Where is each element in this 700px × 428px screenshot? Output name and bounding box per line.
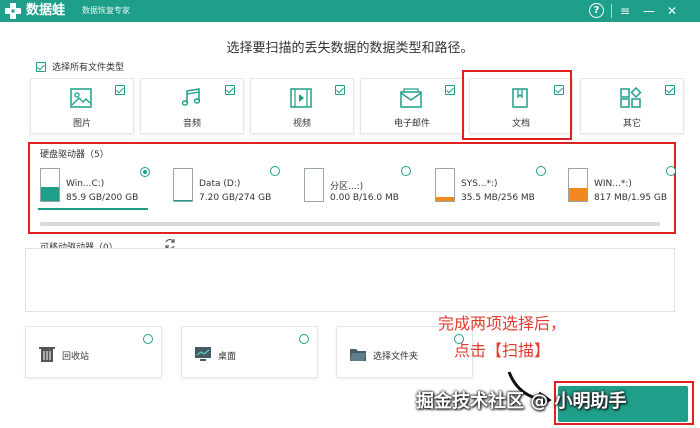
file-type-checkbox[interactable]: [225, 85, 235, 95]
drive-icon: [173, 168, 193, 202]
file-type-checkbox[interactable]: [665, 85, 675, 95]
titlebar-divider: [611, 4, 612, 18]
drive-size: 817 MB/1.95 GB: [594, 193, 668, 203]
annotation-line-1: 完成两项选择后，: [437, 314, 566, 333]
file-type-label: 音频: [182, 119, 201, 129]
drive-name: Win...C:): [66, 179, 105, 189]
folder-icon: [350, 349, 366, 361]
recycle-bin-icon: [39, 347, 55, 362]
removable-drives-area: [25, 248, 675, 312]
app-logo-icon: [5, 3, 21, 19]
help-button[interactable]: ?: [589, 3, 604, 18]
location-card-recycle-bin[interactable]: 回收站: [25, 326, 162, 378]
minimize-button[interactable]: —: [641, 3, 657, 19]
file-type-checkbox[interactable]: [115, 85, 125, 95]
drive-usage-fill: [174, 200, 192, 201]
drive-usage-fill: [569, 187, 587, 201]
drive-radio[interactable]: [270, 166, 280, 176]
image-icon: [70, 88, 92, 108]
highlight-documents-box: [462, 70, 572, 140]
hard-drives-label: 硬盘驱动器（5）: [40, 150, 109, 160]
file-type-card-audio[interactable]: 音频: [140, 78, 244, 134]
location-card-desktop[interactable]: 桌面: [181, 326, 318, 378]
drive-usage-fill: [41, 187, 59, 201]
file-type-label: 电子邮件: [393, 119, 430, 129]
drive-item[interactable]: 分区...:) 0.00 B/16.0 MB: [304, 165, 430, 211]
drive-radio[interactable]: [536, 166, 546, 176]
file-type-checkbox[interactable]: [335, 85, 345, 95]
page-title: 选择要扫描的丢失数据的数据类型和路径。: [226, 41, 474, 56]
audio-icon: [181, 88, 201, 106]
drive-size: 35.5 MB/256 MB: [461, 193, 535, 203]
drive-item[interactable]: SYS...*:) 35.5 MB/256 MB: [435, 165, 561, 211]
close-button[interactable]: ✕: [664, 3, 680, 19]
other-icon: [620, 87, 642, 108]
drive-icon: [568, 168, 588, 202]
email-icon: [400, 88, 422, 108]
drive-item[interactable]: WIN...*:) 817 MB/1.95 GB: [568, 165, 694, 211]
app-window: 数据蛙 数据恢复专家 ? ≡ — ✕ 选择要扫描的丢失数据的数据类型和路径。 选…: [0, 0, 700, 428]
drive-radio[interactable]: [401, 166, 411, 176]
location-label: 桌面: [218, 352, 237, 362]
drive-name: WIN...*:): [594, 179, 632, 189]
drive-icon: [304, 168, 324, 202]
file-type-card-other[interactable]: 其它: [580, 78, 684, 134]
file-type-card-images[interactable]: 图片: [30, 78, 134, 134]
drive-item[interactable]: Win...C:) 85.9 GB/200 GB: [40, 165, 166, 211]
drive-name: 分区...:): [330, 182, 364, 192]
app-subtitle: 数据恢复专家: [82, 6, 130, 15]
select-all-checkbox[interactable]: [36, 61, 46, 72]
drives-horizontal-scrollbar[interactable]: [40, 222, 660, 226]
file-type-checkbox[interactable]: [445, 85, 455, 95]
select-all-row[interactable]: 选择所有文件类型: [36, 60, 124, 73]
file-type-label: 图片: [72, 119, 91, 129]
drive-item[interactable]: Data (D:) 7.20 GB/274 GB: [173, 165, 299, 211]
location-label: 回收站: [62, 352, 90, 362]
select-all-label: 选择所有文件类型: [52, 63, 125, 73]
selected-drive-underline: [38, 208, 148, 210]
drive-name: SYS...*:): [461, 179, 498, 189]
file-type-card-video[interactable]: 视频: [250, 78, 354, 134]
desktop-icon: [195, 347, 211, 361]
file-type-label: 视频: [292, 119, 311, 129]
drive-size: 7.20 GB/274 GB: [199, 193, 272, 203]
drive-radio[interactable]: [140, 167, 150, 177]
drive-name: Data (D:): [199, 179, 241, 189]
drive-size: 0.00 B/16.0 MB: [330, 193, 399, 203]
location-radio[interactable]: [299, 334, 309, 344]
drive-icon: [40, 168, 60, 202]
drive-icon: [435, 168, 455, 202]
drive-size: 85.9 GB/200 GB: [66, 193, 139, 203]
app-name: 数据蛙: [26, 3, 66, 18]
watermark-text: 掘金技术社区 @ 小明助手: [416, 391, 627, 412]
drive-usage-fill: [436, 196, 454, 201]
file-type-card-email[interactable]: 电子邮件: [360, 78, 464, 134]
video-icon: [290, 88, 312, 108]
location-radio[interactable]: [143, 334, 153, 344]
annotation-line-2: 点击【扫描】: [453, 341, 550, 360]
drive-radio[interactable]: [666, 166, 676, 176]
title-bar: 数据蛙 数据恢复专家 ? ≡ — ✕: [0, 0, 700, 22]
file-type-label: 其它: [622, 119, 641, 129]
menu-button[interactable]: ≡: [617, 3, 633, 19]
